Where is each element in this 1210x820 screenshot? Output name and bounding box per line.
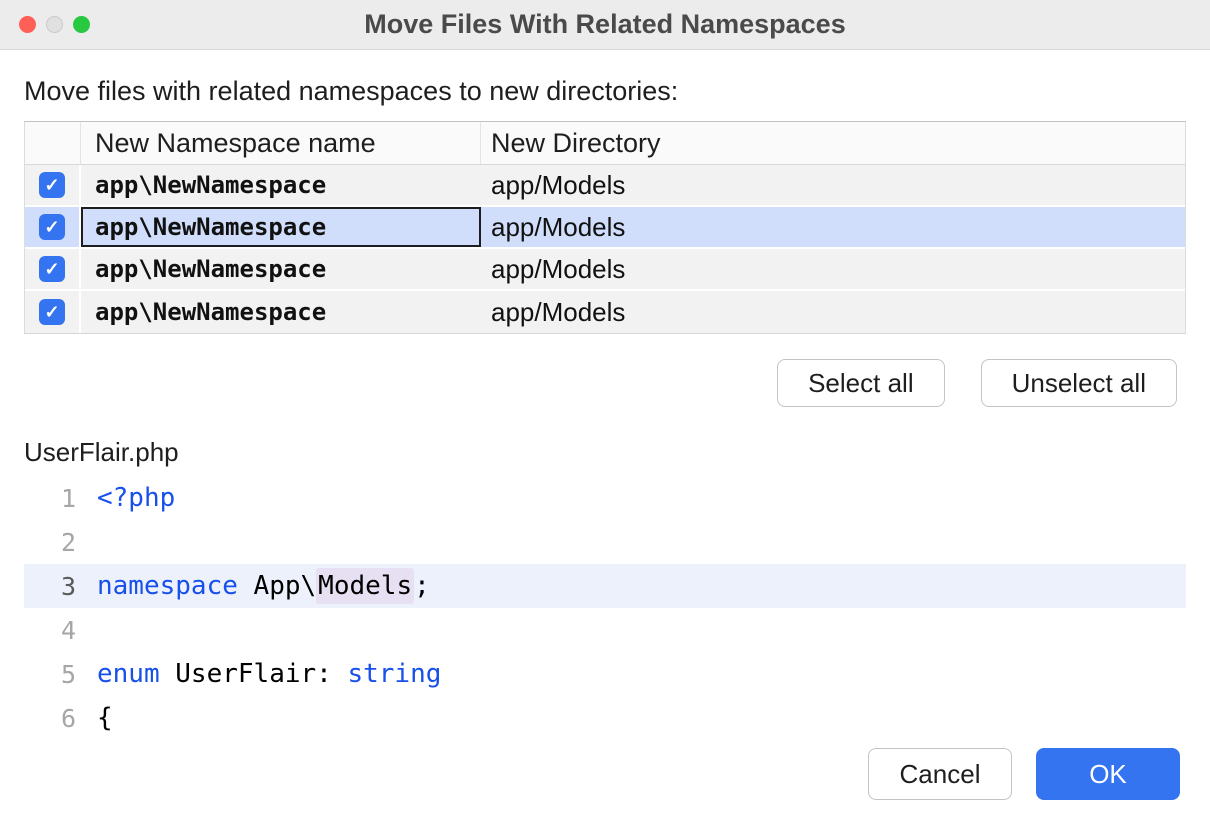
line-number: 1 [24, 484, 76, 513]
zoom-button[interactable] [73, 16, 90, 33]
column-header-checkbox [25, 122, 81, 164]
code-token: { [97, 703, 113, 733]
column-header-namespace[interactable]: New Namespace name [81, 122, 481, 164]
titlebar: Move Files With Related Namespaces [0, 0, 1210, 50]
preview-filename: UserFlair.php [24, 437, 1186, 468]
table-body: ✓app\NewNamespaceapp/Models✓app\NewNames… [25, 165, 1185, 333]
dialog-content: Move files with related namespaces to ne… [0, 76, 1210, 740]
cancel-button[interactable]: Cancel [868, 748, 1012, 800]
code-token: string [347, 659, 441, 689]
code-line: 5enum UserFlair: string [24, 652, 1186, 696]
select-all-button[interactable]: Select all [777, 359, 945, 407]
line-number: 5 [24, 660, 76, 689]
highlighted-symbol: Models [316, 568, 414, 604]
line-number: 4 [24, 616, 76, 645]
code-token: App\ [238, 571, 316, 601]
table-row[interactable]: ✓ app\NewNamespaceapp/Models [25, 165, 1185, 207]
table-row[interactable]: ✓ app\NewNamespaceapp/Models [25, 207, 1185, 249]
table-row[interactable]: ✓ app\NewNamespaceapp/Models [25, 249, 1185, 291]
row-checkbox[interactable]: ✓ [39, 256, 65, 282]
selection-button-bar: Select all Unselect all [24, 359, 1186, 407]
namespace-cell[interactable]: app\NewNamespace [81, 207, 481, 247]
traffic-lights [19, 0, 90, 49]
code-line: 3namespace App\Models; [24, 564, 1186, 608]
namespace-cell[interactable]: app\NewNamespace [81, 291, 481, 333]
code-token: ; [414, 571, 430, 601]
close-button[interactable] [19, 16, 36, 33]
minimize-button[interactable] [46, 16, 63, 33]
code-line: 6{ [24, 696, 1186, 740]
namespace-table: New Namespace name New Directory ✓ app\Ne… [24, 121, 1186, 334]
code-line: 4 [24, 608, 1186, 652]
dialog-window: Move Files With Related Namespaces Move … [0, 0, 1210, 740]
namespace-cell[interactable]: app\NewNamespace [81, 165, 481, 205]
namespace-cell[interactable]: app\NewNamespace [81, 249, 481, 289]
table-row[interactable]: ✓ app\NewNamespaceapp/Models [25, 291, 1185, 333]
line-number: 3 [24, 572, 76, 601]
code-token: <?php [97, 483, 175, 513]
code-text: enum UserFlair: string [76, 659, 441, 689]
checkbox-cell: ✓ [25, 207, 81, 247]
ok-button[interactable]: OK [1036, 748, 1180, 800]
checkbox-cell: ✓ [25, 165, 81, 205]
row-checkbox[interactable]: ✓ [39, 172, 65, 198]
dialog-footer: Cancel OK [868, 748, 1180, 800]
directory-cell[interactable]: app/Models [481, 249, 1185, 289]
unselect-all-button[interactable]: Unselect all [981, 359, 1177, 407]
code-text: { [76, 703, 113, 733]
checkbox-cell: ✓ [25, 291, 81, 333]
column-header-directory[interactable]: New Directory [481, 122, 1185, 164]
checkbox-cell: ✓ [25, 249, 81, 289]
line-number: 6 [24, 704, 76, 733]
row-checkbox[interactable]: ✓ [39, 299, 65, 325]
code-text: namespace App\Models; [76, 571, 430, 601]
code-line: 2 [24, 520, 1186, 564]
code-token: namespace [97, 571, 238, 601]
directory-cell[interactable]: app/Models [481, 165, 1185, 205]
line-number: 2 [24, 528, 76, 557]
code-text: <?php [76, 483, 175, 513]
directory-cell[interactable]: app/Models [481, 207, 1185, 247]
directory-cell[interactable]: app/Models [481, 291, 1185, 333]
instruction-label: Move files with related namespaces to ne… [24, 76, 1186, 107]
code-token: enum [97, 659, 160, 689]
row-checkbox[interactable]: ✓ [39, 214, 65, 240]
code-token: UserFlair: [160, 659, 348, 689]
table-header-row: New Namespace name New Directory [25, 122, 1185, 165]
window-title: Move Files With Related Namespaces [364, 9, 845, 40]
code-preview: 1<?php23namespace App\Models;45enum User… [24, 476, 1186, 740]
code-line: 1 <?php [24, 476, 1186, 520]
